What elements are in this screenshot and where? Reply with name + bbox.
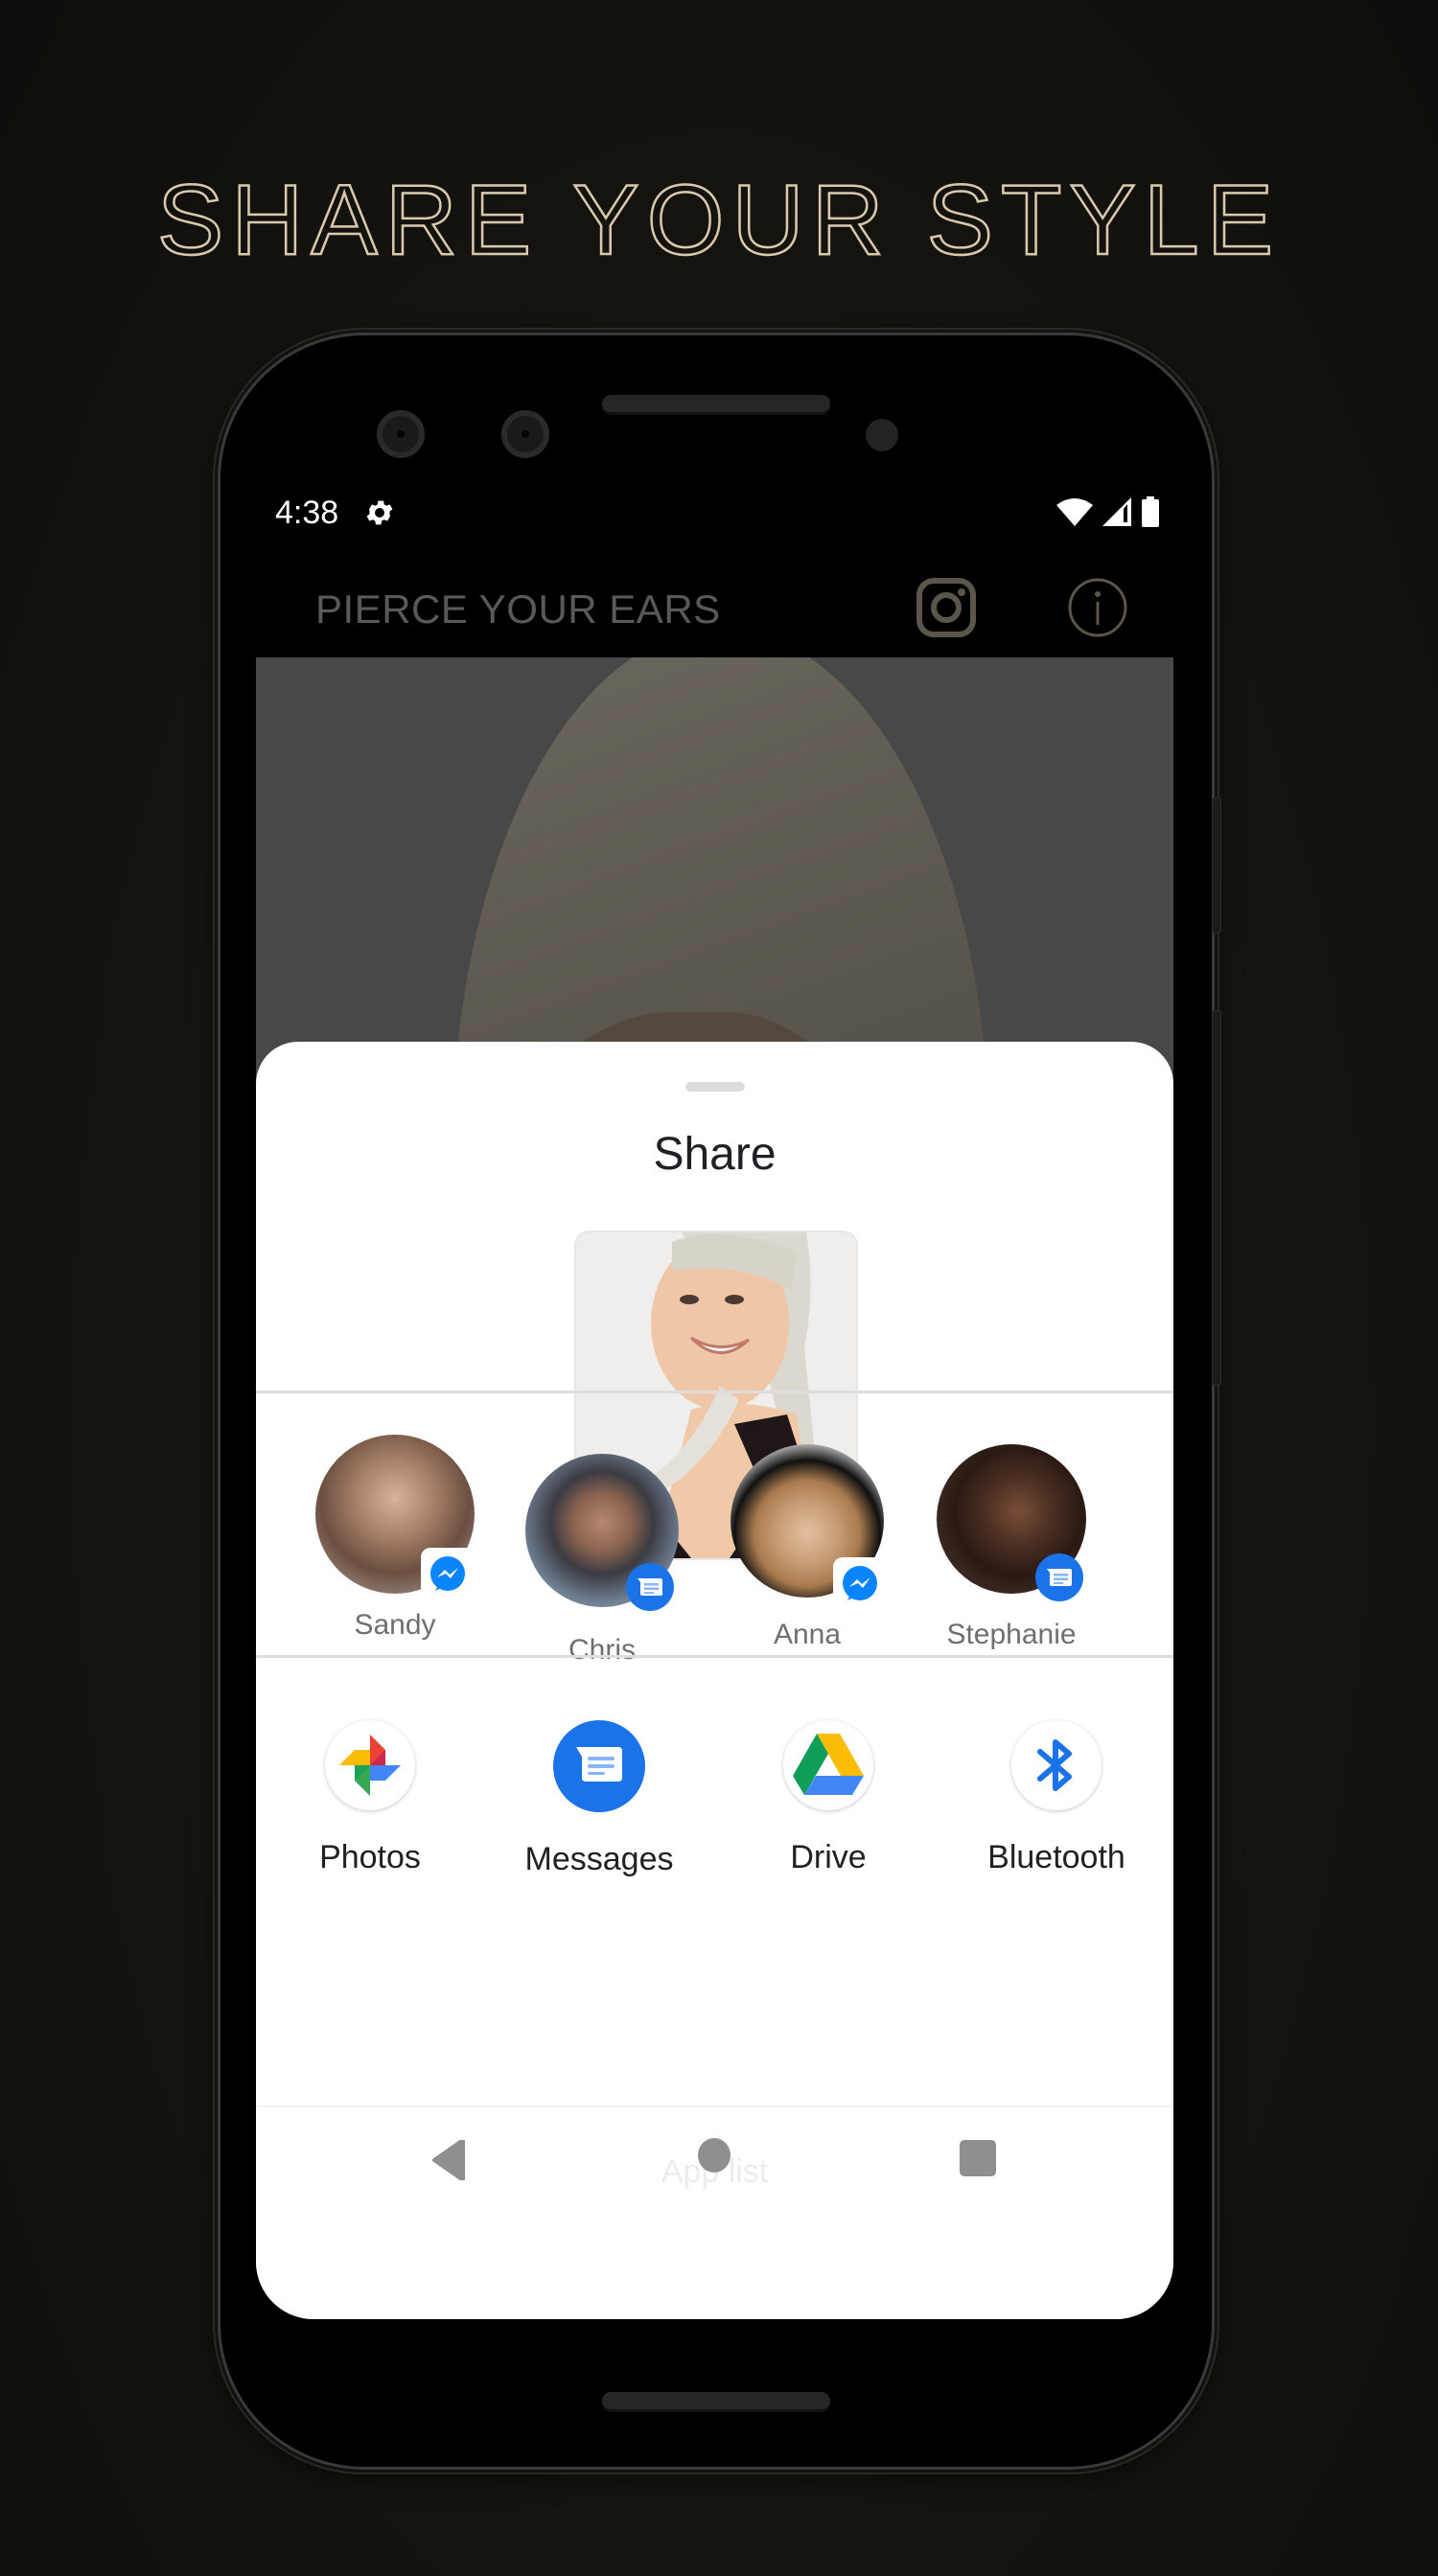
bluetooth-icon (1011, 1720, 1102, 1810)
app-label: Bluetooth (987, 1839, 1125, 1875)
google-photos-icon (325, 1720, 415, 1810)
direct-share-contact[interactable]: Chris (501, 1454, 703, 1667)
earpiece-speaker (602, 395, 830, 412)
promo-headline: SHARE YOUR STYLE (156, 164, 1282, 278)
app-label: Photos (319, 1839, 421, 1875)
direct-share-contact[interactable]: Stephanie (911, 1444, 1112, 1651)
sheet-drag-handle[interactable] (685, 1082, 745, 1092)
front-camera-wide-icon (501, 410, 549, 458)
back-icon[interactable] (430, 2140, 469, 2180)
share-target-photos[interactable]: Photos (260, 1720, 480, 1876)
share-target-bluetooth[interactable]: Bluetooth (946, 1720, 1167, 1876)
battery-icon (1142, 496, 1159, 527)
messenger-badge-icon (421, 1548, 475, 1601)
cell-signal-icon (1102, 497, 1131, 526)
home-button[interactable] (698, 2138, 731, 2173)
contact-name: Chris (568, 1634, 636, 1666)
proximity-sensor (866, 419, 898, 451)
volume-button (1212, 1010, 1221, 1386)
bottom-speaker (602, 2392, 830, 2409)
recents-button[interactable] (960, 2140, 996, 2176)
app-label: Messages (524, 1841, 674, 1877)
messages-icon (553, 1720, 645, 1812)
share-target-messages[interactable]: Messages (489, 1720, 709, 1878)
sheet-divider-bottom (256, 1655, 1173, 1658)
instagram-icon[interactable] (916, 577, 977, 638)
google-drive-icon (783, 1720, 873, 1810)
contact-name: Anna (773, 1619, 842, 1650)
share-target-drive[interactable]: Drive (718, 1720, 939, 1876)
navigation-bar: App list (256, 2107, 1173, 2319)
sheet-divider-top (256, 1391, 1173, 1393)
wifi-icon (1056, 498, 1093, 526)
status-time: 4:38 (275, 494, 339, 531)
app-title: PIERCE YOUR EARS (315, 586, 721, 632)
contact-name: Stephanie (946, 1619, 1077, 1650)
app-label: Drive (790, 1839, 867, 1875)
phone-screen: 4:38 PIERCE YOUR EARS Share Sandy Chris … (256, 470, 1173, 2319)
messenger-badge-icon (833, 1557, 887, 1611)
direct-share-contact[interactable]: Anna (707, 1444, 908, 1651)
app-bar: PIERCE YOUR EARS (256, 552, 1173, 657)
direct-share-contact[interactable]: Sandy (294, 1435, 496, 1642)
messages-badge-icon (1035, 1553, 1083, 1601)
power-button (1212, 797, 1221, 933)
info-icon[interactable] (1067, 577, 1128, 638)
share-sheet-title: Share (653, 1129, 777, 1180)
contact-name: Sandy (354, 1609, 436, 1641)
share-sheet: Share Sandy Chris Anna Stephanie Photos … (256, 1042, 1173, 2319)
settings-gear-icon (366, 500, 393, 525)
front-camera-icon (377, 410, 425, 458)
status-bar: 4:38 (256, 470, 1173, 552)
messages-badge-icon (626, 1563, 674, 1611)
